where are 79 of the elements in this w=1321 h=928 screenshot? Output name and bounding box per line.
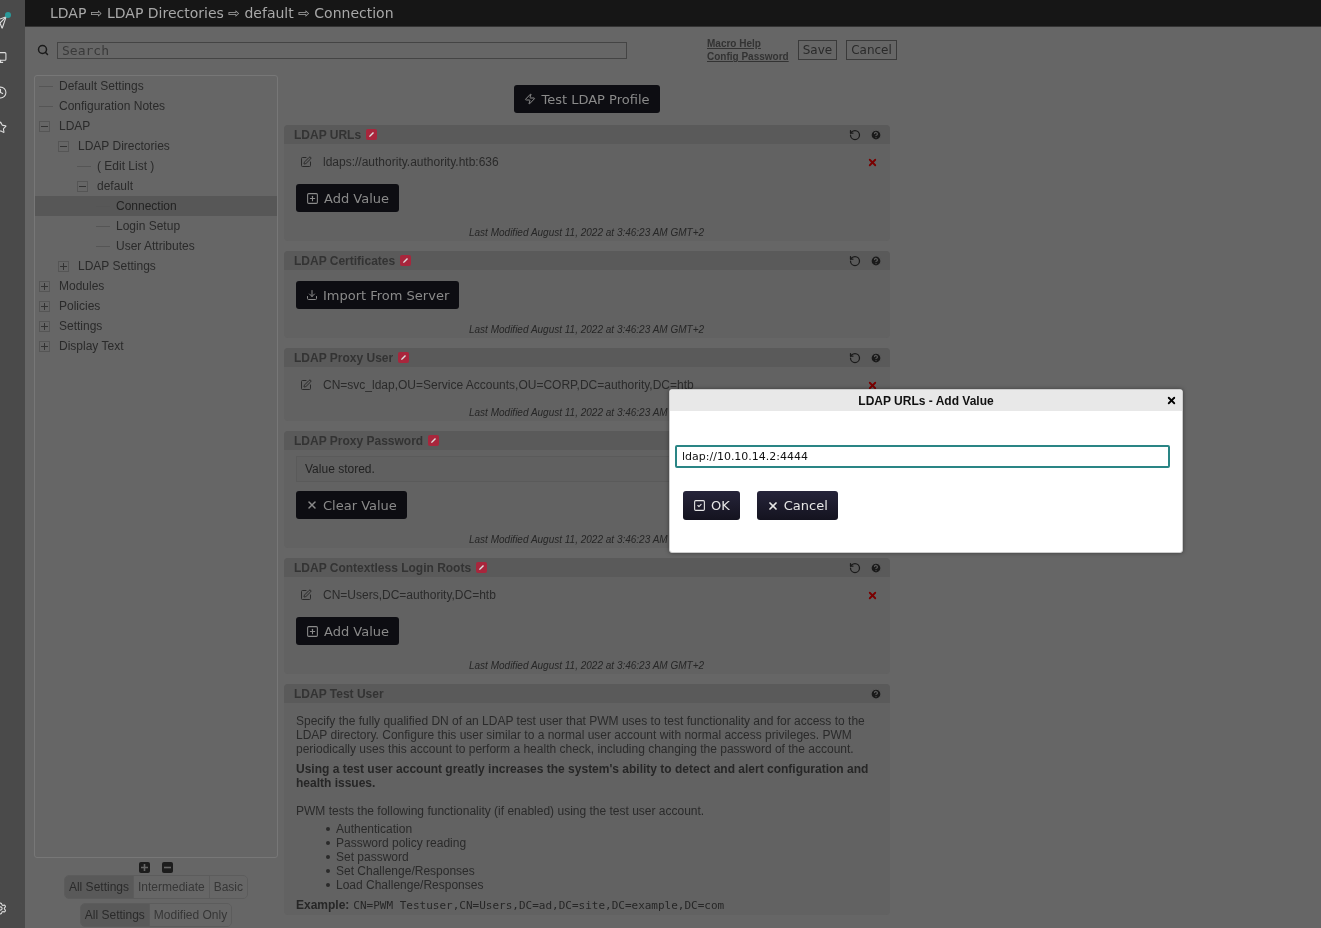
test-profile-button[interactable]: Test LDAP Profile	[514, 85, 660, 113]
bullet-icon	[326, 841, 330, 845]
reset-icon[interactable]	[849, 254, 861, 267]
list-item: Load Challenge/Responses	[336, 878, 484, 892]
setting-value: ldaps://authority.authority.htb:636	[323, 156, 500, 168]
url-input-field[interactable]: ldap://10.10.14.2:4444	[675, 445, 1170, 468]
expand-icon[interactable]	[39, 340, 50, 352]
edit-icon[interactable]	[300, 379, 312, 391]
expand-icon[interactable]	[39, 280, 50, 292]
tree-item[interactable]: Display Text	[35, 336, 277, 356]
tree-item[interactable]: ( Edit List )	[35, 156, 277, 176]
dialog-button[interactable]: Cancel	[756, 491, 838, 520]
tree-item[interactable]: LDAP	[35, 116, 277, 136]
search-icon	[37, 44, 49, 56]
reset-icon[interactable]	[849, 561, 861, 574]
tree-item[interactable]: Default Settings	[35, 76, 277, 96]
collapse-icon[interactable]	[39, 120, 50, 132]
setting-value: CN=svc_ldap,OU=Service Accounts,OU=CORP,DC=authority,DC=htb	[323, 379, 695, 391]
example-value: CN=PWM Testuser,CN=Users,DC=ad,DC=site,DC=example,DC=com	[353, 899, 725, 912]
bullet-icon	[326, 869, 330, 873]
expand-icon[interactable]	[39, 300, 50, 312]
action-button[interactable]: Add Value	[296, 184, 399, 212]
dialog-title: LDAP URLs - Add Value	[858, 393, 994, 408]
collapse-icon[interactable]	[77, 180, 88, 192]
reset-icon[interactable]	[849, 351, 861, 364]
check-icon	[693, 499, 706, 512]
toolbar-button[interactable]: Save	[797, 40, 838, 60]
tree-item[interactable]: default	[35, 176, 277, 196]
edit-icon[interactable]	[300, 156, 312, 168]
expand-icon[interactable]	[39, 320, 50, 332]
bullet-icon	[326, 827, 330, 831]
tree-item[interactable]: Policies	[35, 296, 277, 316]
close-icon	[306, 499, 318, 511]
toolbar-button[interactable]: Cancel	[846, 40, 897, 60]
tree-item[interactable]: LDAP Settings	[35, 256, 277, 276]
tree-item[interactable]: Settings	[35, 316, 277, 336]
setting-value: CN=Users,DC=authority,DC=htb	[323, 589, 497, 601]
tree-item[interactable]: User Attributes	[35, 236, 277, 256]
example-label: Example:	[296, 898, 350, 912]
action-button[interactable]: Import From Server	[296, 281, 460, 309]
reset-icon[interactable]	[849, 128, 861, 141]
bullet-icon	[326, 855, 330, 859]
collapse-icon[interactable]	[58, 140, 69, 152]
download-icon	[306, 289, 318, 301]
last-modified-text: Last Modified August 11, 2022 at 3:46:23 AM	[469, 534, 668, 545]
list-item: Set Challenge/Responses	[336, 864, 475, 878]
action-button[interactable]: Add Value	[296, 617, 399, 645]
collapse-all-icon[interactable]	[162, 862, 173, 873]
close-icon	[766, 499, 779, 512]
help-icon[interactable]	[870, 128, 882, 141]
tree-item[interactable]: LDAP Directories	[35, 136, 277, 156]
last-modified-text: Last Modified August 11, 2022 at 3:46:23 AM	[469, 407, 668, 418]
list-item: Authentication	[336, 822, 413, 836]
list-item: Password policy reading	[336, 836, 467, 850]
plus-icon	[306, 191, 319, 205]
help-icon[interactable]	[870, 561, 882, 574]
tree-item[interactable]: Configuration Notes	[35, 96, 277, 116]
last-modified-text: Last Modified August 11, 2022 at 3:46:23 AM GMT+2	[469, 227, 705, 238]
expand-all-icon[interactable]	[139, 862, 150, 873]
status-dot-icon	[4, 11, 12, 19]
dialog-button[interactable]: OK	[683, 491, 740, 520]
tree-item[interactable]: Login Setup	[35, 216, 277, 236]
tree-item[interactable]: Modules	[35, 276, 277, 296]
help-icon[interactable]	[870, 254, 882, 267]
help-icon[interactable]	[870, 687, 882, 700]
lightning-icon	[524, 93, 537, 105]
bullet-icon	[326, 883, 330, 887]
delete-icon[interactable]	[867, 379, 878, 391]
edit-icon[interactable]	[300, 589, 312, 601]
expand-icon[interactable]	[58, 260, 69, 272]
action-button[interactable]: Clear Value	[296, 491, 407, 519]
last-modified-text: Last Modified August 11, 2022 at 3:46:23 AM GMT+2	[469, 324, 705, 335]
last-modified-text: Last Modified August 11, 2022 at 3:46:23 AM GMT+2	[469, 660, 705, 671]
close-icon[interactable]	[1166, 395, 1177, 406]
notice-text: Using a test user account greatly increases the system's ability to detect and alert configuration and health issues.	[296, 762, 870, 790]
list-item: Set password	[336, 850, 409, 864]
help-icon[interactable]	[870, 351, 882, 364]
breadcrumb-text: LDAP ⇨ LDAP Directories ⇨ default ⇨ Connection	[50, 5, 394, 21]
plus-icon	[306, 624, 319, 638]
